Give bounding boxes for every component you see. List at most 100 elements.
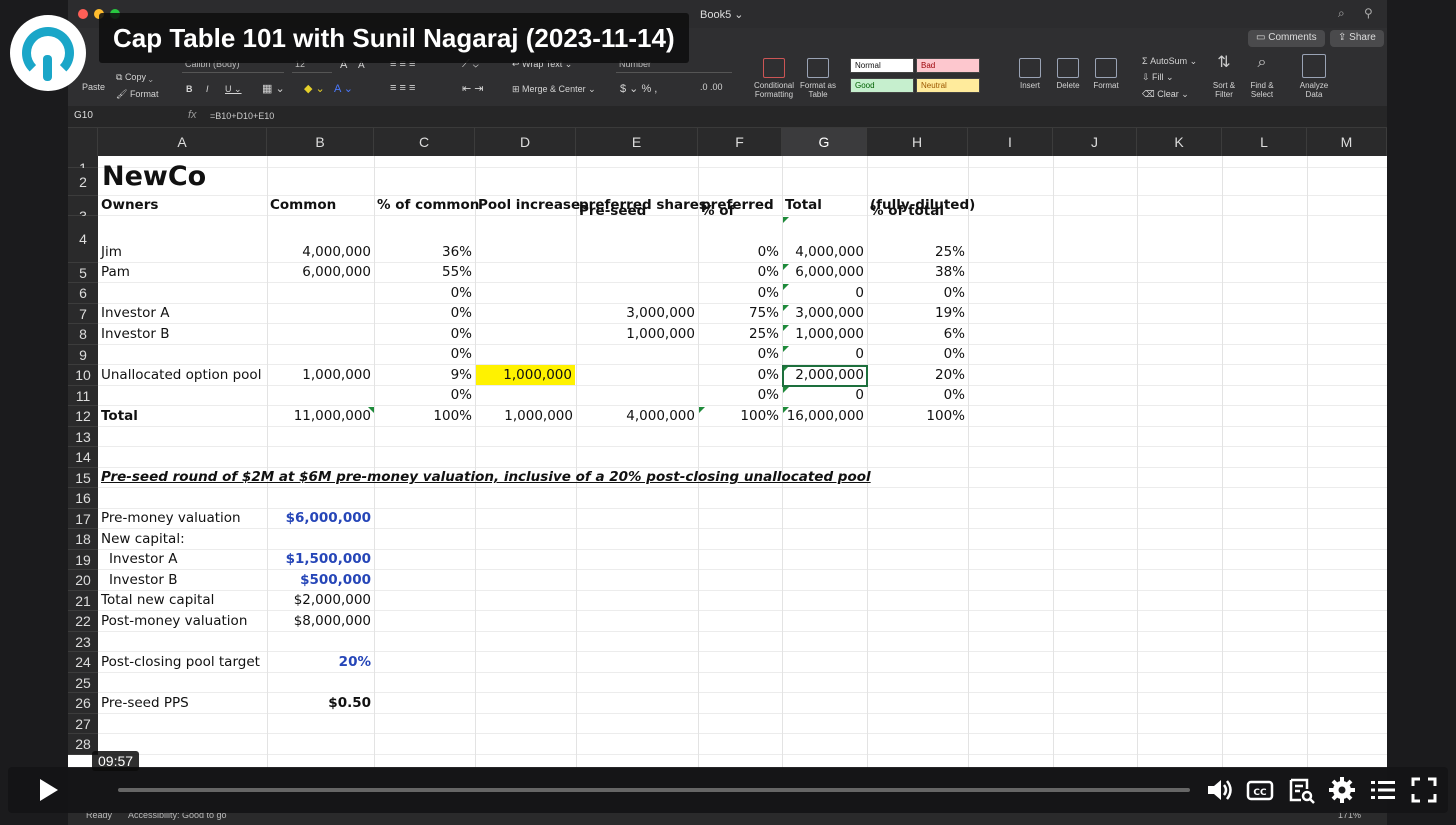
cap-cell-pct-pref[interactable]: 0%: [701, 344, 779, 364]
cap-cell-pct-common[interactable]: 55%: [377, 262, 472, 282]
channel-logo[interactable]: [10, 15, 86, 91]
owner-cell[interactable]: Jim: [101, 242, 264, 262]
row-header-8[interactable]: 8: [68, 324, 98, 345]
font-color-icon[interactable]: A ⌄: [334, 82, 353, 95]
sort-filter-button[interactable]: ⇅ Sort & Filter: [1206, 55, 1242, 100]
style-good[interactable]: Good: [850, 78, 914, 93]
input-value[interactable]: $500,000: [270, 570, 371, 590]
row-header-14[interactable]: 14: [68, 447, 98, 468]
column-header-l[interactable]: L: [1222, 128, 1307, 156]
close-window-button[interactable]: [78, 9, 88, 19]
delete-cells-button[interactable]: Delete: [1050, 58, 1086, 90]
row-header-24[interactable]: 24: [68, 652, 98, 673]
formula-input[interactable]: =B10+D10+E10: [210, 111, 274, 121]
error-indicator-icon[interactable]: [783, 346, 789, 352]
error-indicator-icon[interactable]: [783, 217, 789, 223]
cap-cell-total[interactable]: 6,000,000: [785, 262, 864, 282]
cap-cell-pct-total[interactable]: 0%: [870, 283, 965, 303]
format-painter-button[interactable]: 🖌 Format: [116, 89, 158, 100]
owner-cell[interactable]: Investor A: [101, 303, 264, 323]
row-header-7[interactable]: 7: [68, 304, 98, 324]
share-settings-icon[interactable]: ⚲: [1364, 6, 1373, 20]
underline-button[interactable]: U ⌄: [225, 84, 242, 95]
style-neutral[interactable]: Neutral: [916, 78, 980, 93]
cap-cell-pct-common[interactable]: 0%: [377, 303, 472, 323]
fill-button[interactable]: ⇩ Fill ⌄: [1142, 72, 1174, 83]
cap-cell-common[interactable]: 6,000,000: [270, 262, 371, 282]
error-indicator-icon[interactable]: [783, 264, 789, 270]
italic-button[interactable]: I: [206, 84, 209, 94]
row-header-2[interactable]: 2: [68, 168, 98, 196]
merge-center-button[interactable]: ⊞ Merge & Center ⌄: [512, 84, 596, 95]
row-header-4[interactable]: 4: [68, 216, 98, 263]
volume-icon[interactable]: [1204, 775, 1234, 805]
column-header-m[interactable]: M: [1307, 128, 1387, 156]
comments-button[interactable]: ▭ Comments: [1248, 30, 1325, 47]
cap-cell-pct-total[interactable]: 38%: [870, 262, 965, 282]
row-header-21[interactable]: 21: [68, 591, 98, 611]
paste-button[interactable]: Paste: [82, 82, 105, 92]
cap-cell-pct-total[interactable]: 6%: [870, 324, 965, 344]
owner-cell[interactable]: Total: [101, 406, 264, 426]
cap-cell-total[interactable]: 0: [785, 283, 864, 303]
row-header-27[interactable]: 27: [68, 714, 98, 734]
row-header-23[interactable]: 23: [68, 632, 98, 652]
cap-cell-total[interactable]: 1,000,000: [785, 324, 864, 344]
input-value[interactable]: $1,500,000: [270, 549, 371, 569]
currency-icon[interactable]: $ ⌄ % ,: [620, 82, 657, 95]
style-bad[interactable]: Bad: [916, 58, 980, 73]
cap-cell-pct-total[interactable]: 100%: [870, 406, 965, 426]
cap-cell-total[interactable]: 3,000,000: [785, 303, 864, 323]
row-header-25[interactable]: 25: [68, 673, 98, 693]
column-header-f[interactable]: F: [698, 128, 782, 156]
row-header-17[interactable]: 17: [68, 509, 98, 529]
column-header-k[interactable]: K: [1137, 128, 1222, 156]
cap-cell-pct-pref[interactable]: 100%: [701, 406, 779, 426]
error-indicator-icon[interactable]: [783, 284, 789, 290]
copy-button[interactable]: ⧉ Copy ⌄: [116, 72, 153, 83]
cap-cell-preseed[interactable]: 3,000,000: [579, 303, 695, 323]
cap-cell-preseed[interactable]: 1,000,000: [579, 324, 695, 344]
column-header-e[interactable]: E: [576, 128, 698, 156]
format-cells-button[interactable]: Format: [1088, 58, 1124, 90]
play-button[interactable]: [32, 775, 62, 805]
row-header-15[interactable]: 15: [68, 468, 98, 488]
selected-cell-g10[interactable]: [782, 365, 868, 387]
analyze-data-button[interactable]: Analyze Data: [1294, 54, 1334, 99]
row-header-18[interactable]: 18: [68, 529, 98, 550]
cap-cell-pct-total[interactable]: 25%: [870, 242, 965, 262]
cap-cell-pct-pref[interactable]: 75%: [701, 303, 779, 323]
input-value[interactable]: $8,000,000: [270, 611, 371, 631]
row-header-9[interactable]: 9: [68, 345, 98, 365]
row-header-3[interactable]: 3: [68, 196, 98, 224]
cap-cell-common[interactable]: 1,000,000: [270, 365, 371, 385]
cap-cell-total[interactable]: 4,000,000: [785, 242, 864, 262]
column-header-b[interactable]: B: [267, 128, 374, 156]
clear-button[interactable]: ⌫ Clear ⌄: [1142, 89, 1189, 100]
cap-cell-pool[interactable]: 1,000,000: [476, 365, 575, 385]
cap-cell-common[interactable]: 4,000,000: [270, 242, 371, 262]
column-header-c[interactable]: C: [374, 128, 475, 156]
error-indicator-icon[interactable]: [368, 407, 374, 413]
row-header-16[interactable]: 16: [68, 488, 98, 509]
find-select-button[interactable]: ⌕ Find & Select: [1244, 55, 1280, 100]
cap-cell-pct-common[interactable]: 36%: [377, 242, 472, 262]
cap-cell-pct-pref[interactable]: 25%: [701, 324, 779, 344]
cap-cell-pct-pref[interactable]: 0%: [701, 242, 779, 262]
share-button[interactable]: ⇪ Share: [1330, 30, 1384, 47]
settings-gear-icon[interactable]: [1327, 775, 1357, 805]
row-header-1[interactable]: 1: [68, 156, 98, 175]
select-all-corner[interactable]: [68, 128, 98, 156]
column-header-h[interactable]: H: [867, 128, 968, 156]
pool-target-value[interactable]: 20%: [270, 652, 371, 672]
name-box[interactable]: G10: [74, 110, 93, 121]
cap-cell-pct-common[interactable]: 9%: [377, 365, 472, 385]
error-indicator-icon[interactable]: [783, 325, 789, 331]
transcript-icon[interactable]: [1286, 775, 1316, 805]
column-header-i[interactable]: I: [968, 128, 1053, 156]
row-header-20[interactable]: 20: [68, 570, 98, 591]
row-header-6[interactable]: 6: [68, 283, 98, 304]
column-header-a[interactable]: A: [98, 128, 267, 156]
spreadsheet-grid[interactable]: ABCDEFGHIJKLM123456789101112131415161718…: [68, 128, 1387, 768]
align-left-icon[interactable]: ≡ ≡ ≡: [390, 82, 415, 94]
